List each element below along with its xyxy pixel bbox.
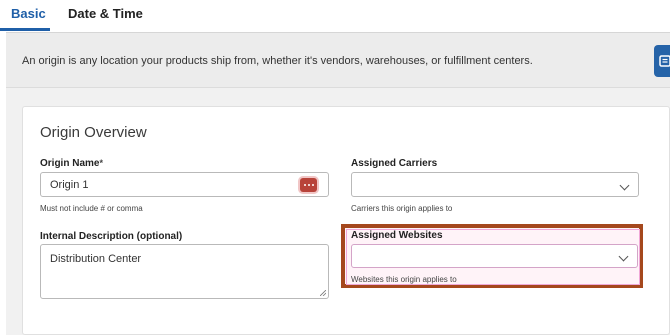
tab-date-time[interactable]: Date & Time: [68, 6, 143, 21]
assigned-carriers-help: Carriers this origin applies to: [351, 204, 453, 213]
chevron-down-icon: [618, 251, 629, 262]
password-manager-icon[interactable]: [300, 178, 317, 192]
active-tab-indicator: [0, 28, 50, 31]
origin-name-help: Must not include # or comma: [40, 204, 143, 213]
origin-name-input[interactable]: Origin 1: [40, 172, 329, 197]
internal-description-textarea[interactable]: Distribution Center: [40, 244, 329, 299]
document-icon: [659, 55, 670, 67]
assigned-carriers-label: Assigned Carriers: [351, 158, 438, 169]
section-title: Origin Overview: [40, 124, 147, 141]
banner-text: An origin is any location your products …: [22, 55, 533, 67]
internal-description-value: Distribution Center: [50, 253, 142, 265]
chevron-down-icon: [619, 180, 630, 191]
assigned-websites-label: Assigned Websites: [351, 230, 443, 241]
tab-basic[interactable]: Basic: [11, 6, 46, 21]
required-mark: *: [99, 158, 103, 168]
assigned-websites-help: Websites this origin applies to: [351, 275, 457, 284]
tab-bar: Basic Date & Time: [0, 0, 670, 32]
internal-description-label: Internal Description (optional): [40, 231, 183, 242]
banner-action-button[interactable]: [654, 45, 670, 77]
assigned-carriers-select[interactable]: [351, 172, 639, 197]
origin-name-value: Origin 1: [50, 179, 89, 191]
assigned-websites-select[interactable]: [351, 244, 638, 268]
origin-name-label: Origin Name*: [40, 158, 103, 169]
resize-handle-icon[interactable]: [320, 290, 326, 296]
info-banner: An origin is any location your products …: [6, 32, 670, 88]
